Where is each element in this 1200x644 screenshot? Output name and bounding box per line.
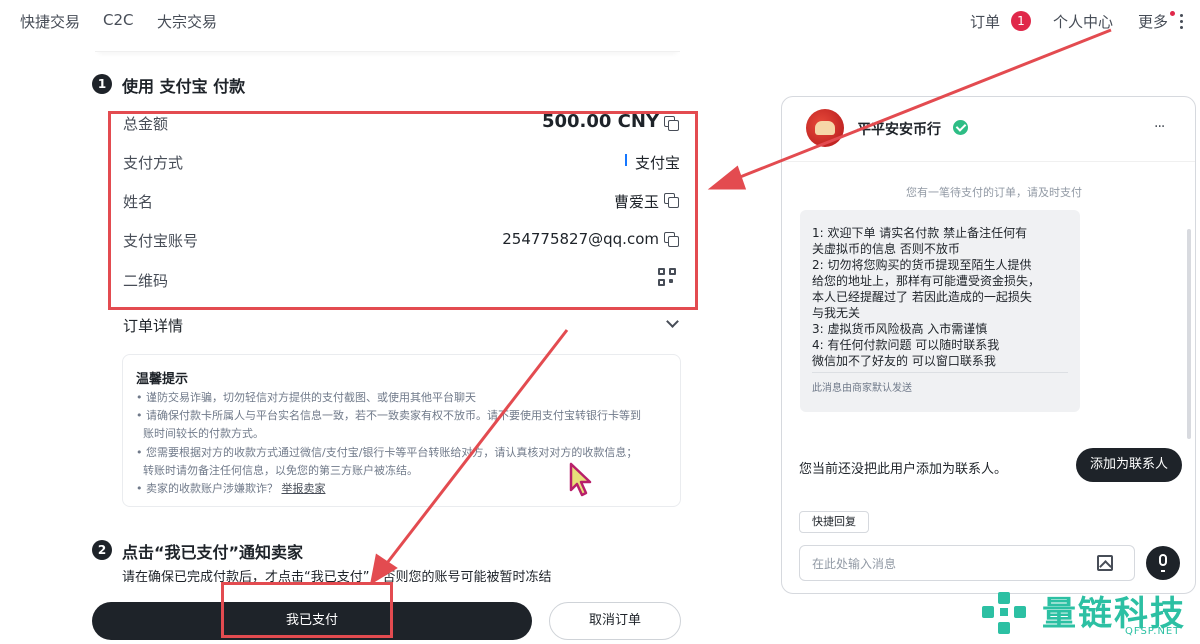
chat-input-placeholder: 在此处输入消息 — [812, 557, 897, 571]
chevron-down-icon[interactable] — [666, 315, 679, 328]
chat-scrollbar[interactable] — [1187, 229, 1191, 439]
message-line: 3: 虚拟货币风险极高 入市需谨慎 — [812, 322, 988, 336]
step-1-title: 使用 支付宝 付款 — [122, 77, 246, 96]
image-upload-icon[interactable] — [1097, 555, 1113, 571]
message-footer: 此消息由商家默认发送 — [812, 383, 912, 394]
add-contact-text: 您当前还没把此用户添加为联系人。 — [799, 462, 1008, 477]
nav-more[interactable]: 更多 — [1138, 11, 1168, 32]
tip-fraud-question: • 卖家的收款账户涉嫌欺诈？ — [136, 482, 278, 495]
watermark-emblem-icon — [982, 592, 1026, 634]
report-seller-link[interactable]: 举报卖家 — [281, 482, 325, 495]
verified-badge-icon — [953, 120, 968, 135]
orders-count-badge: 1 — [1011, 11, 1031, 31]
message-line: 微信加不了好友的 可以窗口联系我 — [812, 354, 996, 368]
content-top-edge — [95, 44, 680, 52]
top-nav: 快捷交易 C2C 大宗交易 订单 1 个人中心 更多 — [0, 0, 1200, 44]
add-contact-button[interactable]: 添加为联系人 — [1076, 448, 1182, 482]
kebab-menu-icon[interactable] — [1180, 14, 1184, 30]
merchant-name[interactable]: 平平安安币行 — [857, 119, 941, 139]
nav-orders[interactable]: 订单 — [970, 11, 1000, 32]
tips-box: 温馨提示 • 谨防交易诈骗，切勿轻信对方提供的支付截图、或使用其他平台聊天 • … — [122, 354, 681, 507]
step-2-number: 2 — [92, 540, 112, 560]
message-line: 与我无关 — [812, 306, 861, 320]
cancel-order-button[interactable]: 取消订单 — [549, 602, 681, 640]
message-line: 1: 欢迎下单 请实名付款 禁止备注任何有 — [812, 226, 1028, 240]
chat-message-input[interactable]: 在此处输入消息 — [799, 545, 1135, 581]
watermark-logo: 量链科技 QFSP.NET — [980, 586, 1200, 644]
watermark-domain: QFSP.NET — [1125, 626, 1181, 637]
tip-line: 转账时请勿备注任何信息，以免您的第三方账户被冻结。 — [143, 464, 418, 477]
message-line: 2: 切勿将您购买的货币提现至陌生人提供 — [812, 258, 1032, 272]
chat-more-icon[interactable]: ··· — [1154, 119, 1165, 135]
chat-panel: 平平安安币行 ··· 您有一笔待支付的订单，请及时支付 1: 欢迎下单 请实名付… — [781, 96, 1196, 594]
step-2-title: 点击“我已支付”通知卖家 — [122, 543, 304, 562]
nav-c2c[interactable]: C2C — [103, 11, 134, 29]
system-message: 您有一笔待支付的订单，请及时支付 — [906, 186, 1082, 199]
tip-line: • 您需要根据对方的收款方式通过微信/支付宝/银行卡等平台转账给对方，请认真核对… — [136, 446, 638, 459]
nav-profile[interactable]: 个人中心 — [1053, 11, 1113, 32]
message-line: 关虚拟币的信息 否则不放币 — [812, 242, 960, 256]
bubble-separator — [812, 372, 1068, 373]
arrow-head — [707, 165, 747, 190]
tip-line: • 卖家的收款账户涉嫌欺诈？ 举报卖家 — [136, 480, 325, 496]
chat-divider — [782, 161, 1195, 162]
step-1-number: 1 — [92, 74, 112, 94]
quick-reply-button[interactable]: 快捷回复 — [799, 511, 869, 533]
order-details-toggle[interactable]: 订单详情 — [123, 315, 183, 336]
annotation-payment-box — [108, 111, 698, 310]
nav-quick-trade[interactable]: 快捷交易 — [20, 11, 80, 32]
tip-line: • 请确保付款卡所属人与平台实名信息一致，若不一致卖家有权不放币。请不要使用支付… — [136, 409, 641, 422]
annotation-paid-box — [221, 582, 393, 638]
message-line: 给您的地址上，那样有可能遭受资金损失， — [812, 274, 1041, 288]
nav-block-trade[interactable]: 大宗交易 — [157, 11, 217, 32]
message-line: 本人已经提醒过了 若因此造成的一起损失 — [812, 290, 1032, 304]
merchant-avatar — [806, 109, 844, 147]
microphone-button[interactable] — [1146, 546, 1180, 580]
merchant-message-bubble: 1: 欢迎下单 请实名付款 禁止备注任何有 关虚拟币的信息 否则不放币 2: 切… — [800, 210, 1080, 412]
message-line: 4: 有任何付款问题 可以随时联系我 — [812, 338, 1000, 352]
mouse-cursor-icon — [569, 462, 592, 497]
tip-line: • 谨防交易诈骗，切勿轻信对方提供的支付截图、或使用其他平台聊天 — [136, 391, 476, 404]
tip-line: 账时间较长的付款方式。 — [143, 427, 264, 440]
tips-title: 温馨提示 — [136, 372, 189, 387]
notification-dot — [1170, 11, 1175, 16]
